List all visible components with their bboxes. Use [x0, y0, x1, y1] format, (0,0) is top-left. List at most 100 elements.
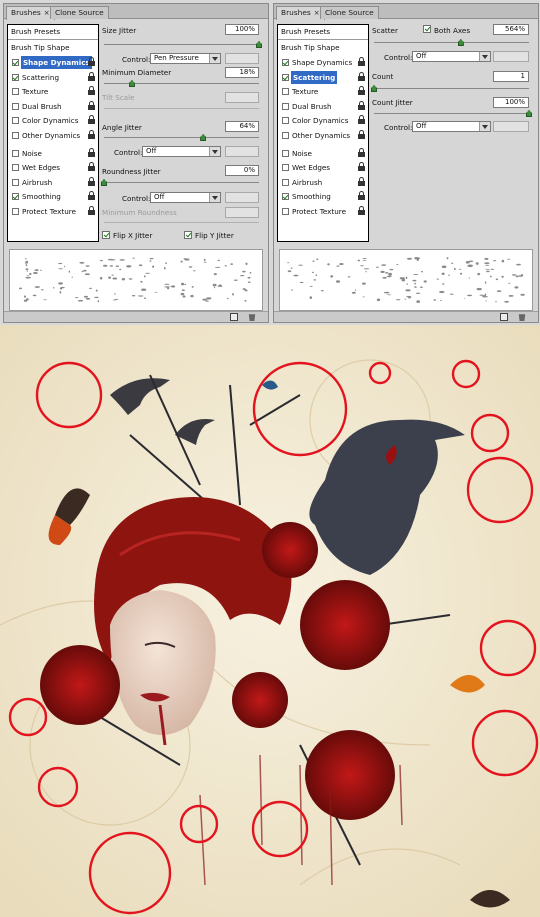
size-jitter-field[interactable]: 100% [225, 24, 259, 35]
count-field[interactable]: 1 [493, 71, 529, 82]
lock-icon[interactable] [358, 206, 365, 215]
sidebar-item-wet-edges[interactable]: Wet Edges [8, 161, 98, 174]
slider-thumb[interactable] [101, 179, 107, 186]
lock-icon[interactable] [358, 162, 365, 172]
sidebar-item-noise[interactable]: Noise [8, 147, 98, 160]
lock-icon[interactable] [358, 191, 365, 201]
lock-icon[interactable] [358, 100, 365, 110]
sidebar-item-airbrush[interactable]: Airbrush [278, 176, 368, 189]
lock-icon[interactable] [88, 100, 95, 110]
angle-jitter-field[interactable]: 64% [225, 121, 259, 132]
tab-brushes[interactable]: Brushes × [276, 6, 325, 20]
sidebar-item-checkbox[interactable] [282, 117, 289, 125]
sidebar-item-other-dynamics[interactable]: Other Dynamics [278, 129, 368, 142]
sidebar-item-noise[interactable]: Noise [278, 147, 368, 160]
sidebar-item-checkbox[interactable] [282, 164, 289, 172]
sidebar-item-checkbox[interactable] [12, 117, 19, 125]
sidebar-item-protect-texture[interactable]: Protect Texture [278, 205, 368, 218]
sidebar-item-airbrush[interactable]: Airbrush [8, 176, 98, 189]
lock-icon[interactable] [358, 147, 365, 157]
sidebar-item-checkbox[interactable] [12, 208, 19, 215]
sidebar-item-texture[interactable]: Texture [8, 85, 98, 98]
roundness-jitter-slider[interactable] [101, 179, 259, 186]
slider-thumb[interactable] [457, 39, 464, 46]
both-axes-checkbox[interactable] [423, 25, 431, 33]
sidebar-item-smoothing[interactable]: Smoothing [278, 190, 368, 203]
sidebar-item-brush-tip-shape[interactable]: Brush Tip Shape [8, 41, 98, 54]
count-jitter-slider[interactable] [374, 110, 532, 117]
sidebar-item-checkbox[interactable] [12, 164, 19, 172]
count-control-select[interactable]: Off [412, 121, 491, 132]
roundness-jitter-field[interactable]: 0% [225, 165, 259, 176]
flip-x-checkbox[interactable] [102, 231, 110, 239]
lock-icon[interactable] [358, 115, 365, 125]
lock-icon[interactable] [358, 86, 365, 96]
sidebar-item-smoothing[interactable]: Smoothing [8, 190, 98, 203]
slider-thumb[interactable] [526, 110, 532, 117]
lock-icon[interactable] [88, 147, 95, 157]
angle-control-select[interactable]: Off [142, 146, 221, 157]
sidebar-item-checkbox[interactable] [12, 132, 19, 139]
slider-thumb[interactable] [128, 80, 135, 87]
tab-clone-source[interactable]: Clone Source [50, 6, 109, 19]
scatter-slider[interactable] [374, 39, 529, 46]
close-icon[interactable]: × [44, 9, 50, 17]
lock-icon[interactable] [88, 206, 95, 215]
sidebar-item-brush-tip-shape[interactable]: Brush Tip Shape [278, 41, 368, 54]
lock-icon[interactable] [88, 71, 95, 81]
trash-icon[interactable] [248, 314, 256, 321]
sidebar-item-checkbox[interactable] [12, 59, 19, 66]
sidebar-item-checkbox[interactable] [282, 59, 289, 66]
sidebar-item-checkbox[interactable] [12, 193, 19, 201]
sidebar-item-brush-presets[interactable]: Brush Presets [8, 25, 98, 38]
min-diameter-field[interactable]: 18% [225, 67, 259, 78]
lock-icon[interactable] [88, 191, 95, 201]
slider-thumb[interactable] [371, 85, 377, 92]
lock-icon[interactable] [88, 176, 95, 186]
sidebar-item-color-dynamics[interactable]: Color Dynamics [278, 114, 368, 127]
lock-icon[interactable] [88, 57, 95, 66]
sidebar-item-checkbox[interactable] [282, 102, 289, 110]
lock-icon[interactable] [358, 57, 365, 66]
sidebar-item-checkbox[interactable] [282, 208, 289, 215]
close-icon[interactable]: × [314, 9, 320, 17]
angle-jitter-slider[interactable] [104, 134, 259, 141]
sidebar-item-checkbox[interactable] [282, 193, 289, 201]
new-preset-icon[interactable] [230, 313, 238, 321]
sidebar-item-checkbox[interactable] [282, 132, 289, 139]
sidebar-item-brush-presets[interactable]: Brush Presets [278, 25, 368, 38]
lock-icon[interactable] [358, 71, 365, 81]
sidebar-item-other-dynamics[interactable]: Other Dynamics [8, 129, 98, 142]
sidebar-item-shape-dynamics[interactable]: Shape Dynamics [278, 56, 368, 69]
sidebar-item-checkbox[interactable] [282, 149, 289, 157]
sidebar-item-dual-brush[interactable]: Dual Brush [278, 100, 368, 113]
sidebar-item-checkbox[interactable] [12, 178, 19, 186]
scatter-control-select[interactable]: Off [412, 51, 491, 62]
sidebar-item-wet-edges[interactable]: Wet Edges [278, 161, 368, 174]
sidebar-item-checkbox[interactable] [12, 73, 19, 81]
min-diameter-slider[interactable] [104, 80, 259, 87]
sidebar-item-checkbox[interactable] [282, 73, 289, 81]
new-preset-icon[interactable] [500, 313, 508, 321]
sidebar-item-texture[interactable]: Texture [278, 85, 368, 98]
lock-icon[interactable] [88, 162, 95, 172]
lock-icon[interactable] [88, 86, 95, 96]
flip-y-checkbox[interactable] [184, 231, 192, 239]
sidebar-item-checkbox[interactable] [12, 102, 19, 110]
tab-brushes[interactable]: Brushes × [6, 6, 55, 20]
sidebar-item-checkbox[interactable] [12, 88, 19, 96]
count-slider[interactable] [371, 85, 529, 92]
sidebar-item-color-dynamics[interactable]: Color Dynamics [8, 114, 98, 127]
sidebar-item-checkbox[interactable] [282, 88, 289, 96]
sidebar-item-checkbox[interactable] [12, 149, 19, 157]
slider-thumb[interactable] [256, 41, 262, 48]
tab-clone-source[interactable]: Clone Source [320, 6, 379, 19]
sidebar-item-scattering[interactable]: Scattering [278, 70, 368, 84]
lock-icon[interactable] [88, 115, 95, 125]
scatter-field[interactable]: 564% [493, 24, 529, 35]
sidebar-item-protect-texture[interactable]: Protect Texture [8, 205, 98, 218]
sidebar-item-scattering[interactable]: Scattering [8, 71, 98, 84]
roundness-control-select[interactable]: Off [150, 192, 221, 203]
count-jitter-field[interactable]: 100% [493, 97, 529, 108]
size-control-select[interactable]: Pen Pressure [150, 53, 221, 64]
